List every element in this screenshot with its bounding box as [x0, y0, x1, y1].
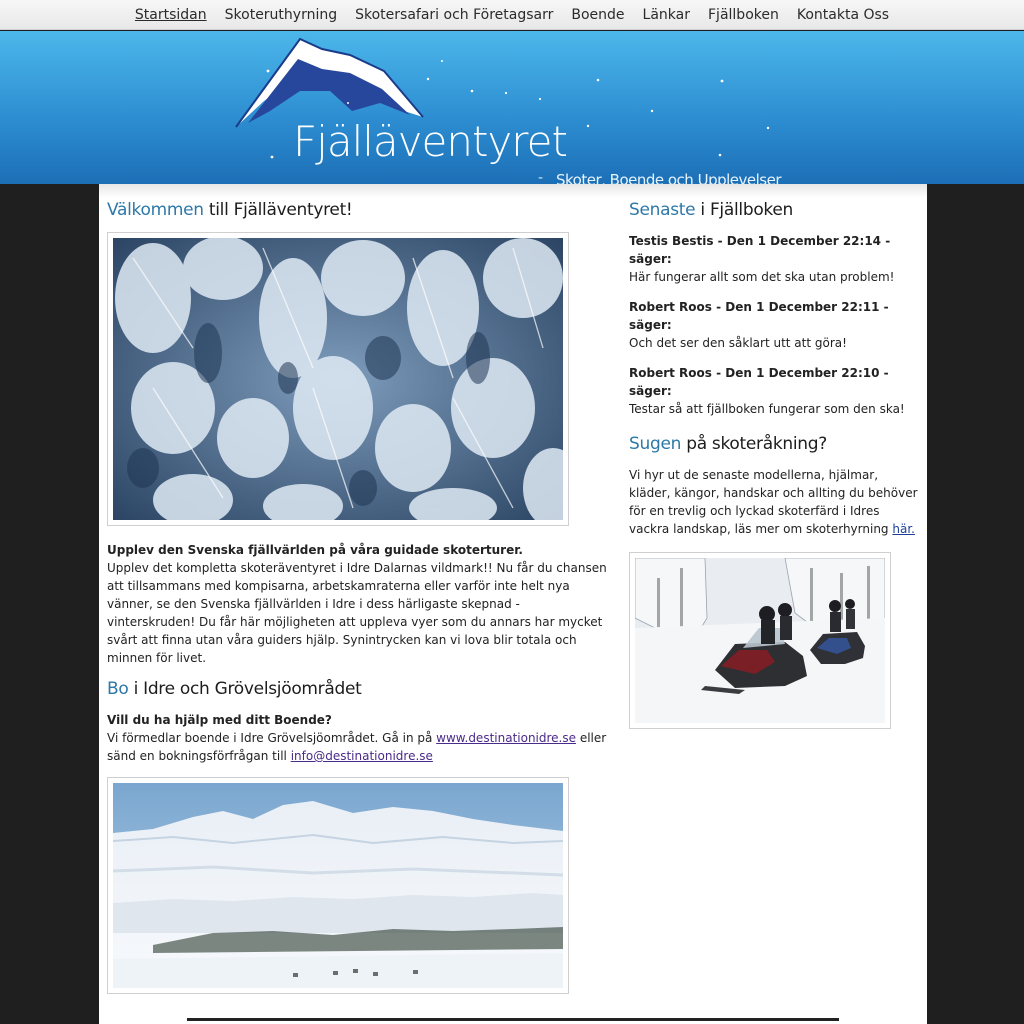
- frost-photo-frame: [107, 232, 569, 526]
- guestbook-heading: Senaste i Fjällboken: [629, 200, 919, 220]
- stay-text-1: Vi förmedlar boende i Idre Grövelsjöområ…: [107, 731, 437, 745]
- rental-read-more-link[interactable]: här.: [892, 522, 915, 536]
- welcome-intro-bold: Upplev den Svenska fjällvärlden på våra …: [107, 543, 523, 557]
- guestbook-entry-meta: Robert Roos - Den 1 December 22:11 - säg…: [629, 300, 889, 332]
- rental-heading: Sugen på skoteråkning?: [629, 434, 919, 454]
- mountain-logo-icon[interactable]: [235, 37, 424, 128]
- header-banner: Fjälläventyret - Skoter, Boende och Uppl…: [0, 31, 1024, 184]
- sidebar: Senaste i Fjällboken Testis Bestis - Den…: [629, 200, 919, 732]
- guestbook-entry: Robert Roos - Den 1 December 22:10 - säg…: [629, 364, 919, 418]
- guestbook-entry-text: Testar så att fjällboken fungerar som de…: [629, 402, 905, 416]
- content-top-shadow: [99, 184, 927, 198]
- nav-kontakta-oss[interactable]: Kontakta Oss: [788, 0, 898, 30]
- welcome-heading: Välkommen till Fjälläventyret!: [107, 200, 611, 220]
- content-panel: Välkommen till Fjälläventyret! Upplev de…: [99, 184, 927, 1024]
- guestbook-heading-highlight: Senaste: [629, 200, 696, 220]
- guestbook-entry-text: Här fungerar allt som det ska utan probl…: [629, 270, 895, 284]
- nav-startsidan[interactable]: Startsidan: [126, 0, 216, 30]
- mountain-photo-frame: [107, 777, 569, 994]
- main-column: Välkommen till Fjälläventyret! Upplev de…: [107, 200, 611, 997]
- guestbook-entry: Testis Bestis - Den 1 December 22:14 - s…: [629, 232, 919, 286]
- nav-fjallboken[interactable]: Fjällboken: [699, 0, 788, 30]
- stay-question: Vill du ha hjälp med ditt Boende?: [107, 713, 332, 727]
- welcome-intro-text: Upplev det kompletta skoteräventyret i I…: [107, 561, 607, 665]
- welcome-heading-rest: till Fjälläventyret!: [203, 200, 353, 220]
- guestbook-entry: Robert Roos - Den 1 December 22:11 - säg…: [629, 298, 919, 352]
- rental-text-body: Vi hyr ut de senaste modellerna, hjälmar…: [629, 468, 918, 536]
- snowmobile-photo: [635, 558, 885, 723]
- stay-heading: Bo i Idre och Grövelsjöområdet: [107, 679, 611, 699]
- top-navigation: Startsidan Skoteruthyrning Skotersafari …: [0, 0, 1024, 30]
- rental-heading-highlight: Sugen: [629, 434, 682, 454]
- guestbook-entry-meta: Robert Roos - Den 1 December 22:10 - säg…: [629, 366, 889, 398]
- nav-skoteruthyrning[interactable]: Skoteruthyrning: [216, 0, 346, 30]
- email-link[interactable]: info@destinationidre.se: [291, 749, 433, 763]
- stay-heading-rest: i Idre och Grövelsjöområdet: [128, 679, 362, 699]
- tagline-separator: -: [538, 170, 544, 184]
- welcome-heading-highlight: Välkommen: [107, 200, 204, 220]
- stay-text: Vill du ha hjälp med ditt Boende? Vi för…: [107, 711, 611, 765]
- footer-divider: [187, 1018, 839, 1021]
- guestbook-entry-text: Och det ser den såklart utt att göra!: [629, 336, 847, 350]
- nav-lankar[interactable]: Länkar: [634, 0, 699, 30]
- site-tagline: Skoter, Boende och Upplevelser: [556, 171, 782, 184]
- guestbook-heading-rest: i Fjällboken: [695, 200, 793, 220]
- destinationidre-link[interactable]: www.destinationidre.se: [436, 731, 576, 745]
- snowy-mountains-photo: [113, 783, 563, 988]
- snowmobile-photo-frame: [629, 552, 891, 729]
- site-title[interactable]: Fjälläventyret: [293, 117, 568, 166]
- rental-heading-rest: på skoteråkning?: [681, 434, 827, 454]
- nav-skotersafari[interactable]: Skotersafari och Företagsarr: [346, 0, 562, 30]
- frost-crystals-photo: [113, 238, 563, 520]
- welcome-text: Upplev den Svenska fjällvärlden på våra …: [107, 541, 611, 667]
- guestbook-entry-meta: Testis Bestis - Den 1 December 22:14 - s…: [629, 234, 891, 266]
- nav-boende[interactable]: Boende: [562, 0, 633, 30]
- stay-heading-highlight: Bo: [107, 679, 129, 699]
- rental-text: Vi hyr ut de senaste modellerna, hjälmar…: [629, 466, 919, 538]
